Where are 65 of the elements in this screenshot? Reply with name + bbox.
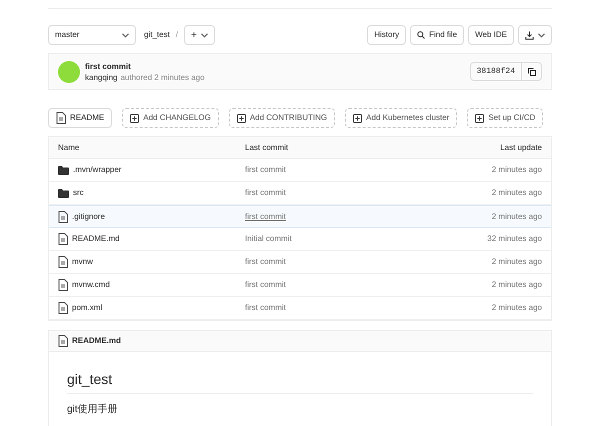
folder-icon [58, 188, 69, 198]
download-button[interactable] [518, 25, 552, 45]
quick-action-button[interactable]: Set up CI/CD [467, 108, 544, 128]
plus-square-icon [236, 114, 246, 122]
caret-icon [200, 32, 208, 38]
commit-link[interactable]: first commit [245, 165, 286, 174]
file-icon [58, 233, 68, 245]
commit-title[interactable]: first commit [85, 60, 205, 72]
toolbar-button[interactable]: Web IDE [468, 25, 514, 45]
commit-link[interactable]: first commit [245, 212, 286, 220]
readme-heading: git_test [67, 369, 533, 394]
folder-icon [58, 166, 69, 174]
file-icon [58, 210, 68, 222]
file-icon [58, 279, 68, 291]
readme-filename: README.md [72, 335, 121, 347]
quick-action-button[interactable]: Add CONTRIBUTING [228, 108, 336, 128]
plus-square-icon [130, 114, 140, 122]
commit-link[interactable]: first commit [245, 257, 286, 266]
toolbar-button[interactable]: History [367, 25, 406, 45]
update-time: 2 minutes ago [492, 187, 542, 199]
copy-button[interactable] [522, 62, 542, 81]
file-icon [58, 335, 68, 347]
readme-text: git使用手册 [67, 402, 119, 417]
file-name-link[interactable]: src [73, 187, 84, 199]
file-name-link[interactable]: .gitignore [72, 210, 105, 222]
caret-icon [122, 32, 129, 38]
plus-square-icon [353, 114, 362, 122]
commit-link[interactable]: Initial commit [245, 234, 292, 243]
find-file-button[interactable]: Find file [410, 25, 464, 45]
update-time: 32 minutes ago [487, 233, 542, 245]
update-time: 2 minutes ago [492, 279, 542, 291]
search-icon [417, 31, 426, 39]
commit-author[interactable]: kangqing [85, 72, 118, 82]
column-header: Name [58, 142, 80, 154]
file-name-link[interactable]: mvnw.cmd [72, 279, 110, 291]
quick-action-button[interactable]: README [48, 108, 112, 128]
avatar [58, 60, 80, 82]
breadcrumb-separator: / [176, 29, 178, 41]
file-name-link[interactable]: .mvn/wrapper [73, 164, 122, 176]
file-name-link[interactable]: README.md [72, 233, 120, 245]
plus-square-icon [475, 114, 484, 122]
caret-icon [538, 32, 545, 38]
update-time: 2 minutes ago [492, 164, 542, 176]
file-name-link[interactable]: mvnw [72, 256, 93, 268]
file-icon [56, 112, 66, 124]
commit-link[interactable]: first commit [245, 303, 286, 312]
file-icon [58, 302, 68, 314]
file-icon [58, 256, 68, 268]
commit-link[interactable]: first commit [245, 188, 286, 197]
update-time: 2 minutes ago [492, 256, 542, 268]
copy-icon [528, 68, 536, 76]
download-icon [525, 30, 534, 40]
commit-sha: 38188f24 [470, 62, 522, 81]
breadcrumb-project[interactable]: git_test [144, 29, 170, 41]
update-time: 2 minutes ago [492, 302, 542, 314]
file-name-link[interactable]: pom.xml [72, 302, 102, 314]
update-time: 2 minutes ago [492, 210, 542, 222]
quick-action-button[interactable]: Add CHANGELOG [122, 108, 219, 128]
quick-action-button[interactable]: Add Kubernetes cluster [345, 108, 458, 128]
commit-time: authored 2 minutes ago [120, 72, 205, 82]
column-header: Last commit [245, 142, 290, 154]
branch-dropdown[interactable]: master [48, 25, 136, 45]
commit-link[interactable]: first commit [245, 280, 286, 289]
column-header: Last update [500, 142, 542, 154]
add-dropdown-button[interactable]: + [184, 25, 215, 45]
